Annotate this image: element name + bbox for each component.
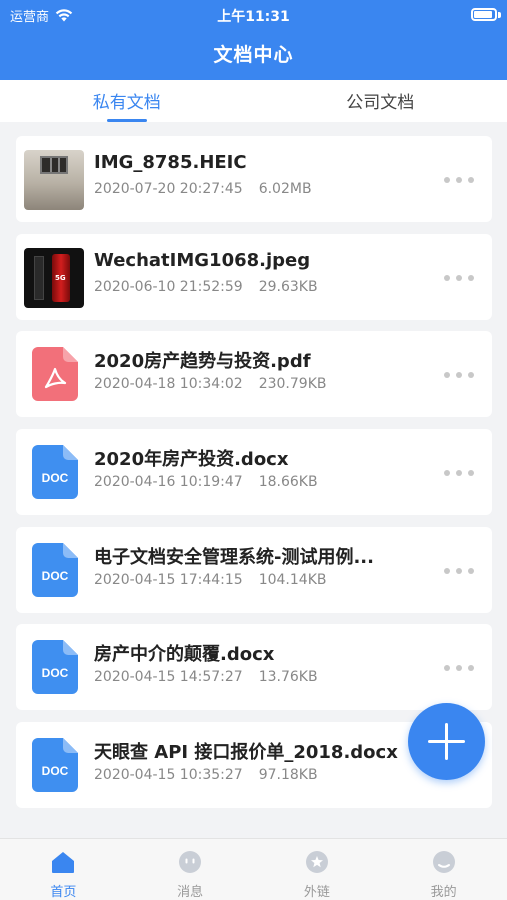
file-size: 230.79KB: [258, 376, 327, 393]
home-icon: [52, 852, 75, 873]
file-name: 2020房产趋势与投资.pdf: [94, 351, 311, 373]
doc-icon-text: DOC: [42, 569, 69, 583]
file-date: 2020-07-20 20:27:45: [94, 181, 243, 197]
file-name: 电子文档安全管理系统-测试用例...: [94, 546, 374, 568]
file-meta: 2020-04-15 17:44:15 104.14KB: [94, 572, 326, 588]
message-icon: [179, 851, 202, 873]
status-bar: 运营商 上午11:31: [0, 4, 507, 25]
link-star-icon: [305, 851, 328, 873]
nav-links-label: 外链: [303, 885, 330, 900]
more-options-icon[interactable]: [444, 370, 478, 380]
file-size: 29.63KB: [258, 278, 318, 295]
file-date: 2020-04-18 10:34:02: [94, 376, 243, 393]
add-file-button[interactable]: [408, 703, 485, 780]
file-date: 2020-04-15 17:44:15: [94, 571, 243, 588]
file-date: 2020-06-10 21:52:59: [94, 278, 243, 295]
file-date: 2020-04-16 10:19:47: [94, 474, 243, 491]
file-item[interactable]: IMG_8785.HEIC 2020-07-20 20:27:45 6.02MB: [16, 136, 492, 222]
file-item[interactable]: 2020房产趋势与投资.pdf 2020-04-18 10:34:02 230.7…: [16, 331, 492, 418]
file-size: 13.76KB: [258, 669, 318, 686]
bottom-navigation: 首页 消息 外链 我的: [0, 838, 507, 900]
tab-private-docs[interactable]: 私有文档: [0, 80, 254, 122]
more-options-icon[interactable]: [444, 566, 478, 576]
file-name: 天眼查 API 接口报价单_2018.docx: [94, 742, 398, 764]
file-size: 6.02MB: [258, 181, 312, 197]
page-title: 文档中心: [213, 44, 294, 66]
pdf-icon: [32, 347, 78, 402]
doc-icon: DOC: [32, 542, 78, 597]
nav-messages-label: 消息: [177, 885, 204, 900]
more-options-icon[interactable]: [444, 468, 478, 478]
file-item[interactable]: 5G WechatIMG1068.jpeg 2020-06-10 21:52:5…: [16, 233, 492, 320]
doc-icon-text: DOC: [42, 666, 69, 680]
file-name: 房产中介的颠覆.docx: [94, 644, 275, 666]
file-name: WechatIMG1068.jpeg: [94, 249, 311, 271]
app-header: 运营商 上午11:31 文档中心: [0, 0, 507, 80]
more-options-icon[interactable]: [444, 663, 478, 673]
file-meta: 2020-06-10 21:52:59 29.63KB: [94, 279, 318, 295]
file-date: 2020-04-15 10:35:27: [94, 767, 243, 784]
battery-tip: [498, 12, 501, 18]
doc-icon-text: DOC: [42, 764, 69, 778]
thumbnail-5g-text: 5G: [55, 273, 66, 282]
nav-home[interactable]: 首页: [0, 839, 127, 900]
doc-icon: DOC: [32, 640, 78, 695]
profile-icon: [432, 851, 455, 873]
battery-icon: [471, 8, 497, 21]
nav-profile[interactable]: 我的: [380, 839, 507, 900]
doc-icon: DOC: [32, 445, 78, 500]
nav-messages[interactable]: 消息: [127, 839, 254, 900]
more-options-icon[interactable]: [444, 273, 478, 283]
file-size: 18.66KB: [258, 474, 318, 491]
image-thumbnail: [24, 150, 84, 210]
file-item[interactable]: DOC 房产中介的颠覆.docx 2020-04-15 14:57:27 13.7…: [16, 624, 492, 711]
doc-icon-text: DOC: [42, 471, 69, 485]
file-item[interactable]: DOC 2020年房产投资.docx 2020-04-16 10:19:47 18…: [16, 429, 492, 516]
nav-links[interactable]: 外链: [254, 839, 381, 900]
file-name: 2020年房产投资.docx: [94, 449, 289, 471]
image-thumbnail: 5G: [24, 247, 84, 308]
document-tabs: 私有文档 公司文档: [0, 80, 507, 122]
file-name: IMG_8785.HEIC: [94, 152, 247, 173]
file-size: 97.18KB: [258, 767, 318, 784]
status-time: 上午11:31: [217, 9, 290, 25]
more-options-icon[interactable]: [444, 175, 478, 185]
file-meta: 2020-04-18 10:34:02 230.79KB: [94, 376, 326, 392]
doc-icon: DOC: [32, 738, 78, 793]
file-date: 2020-04-15 14:57:27: [94, 669, 243, 686]
file-meta: 2020-04-15 10:35:27 97.18KB: [94, 767, 318, 783]
file-size: 104.14KB: [258, 571, 327, 588]
file-meta: 2020-04-15 14:57:27 13.76KB: [94, 669, 318, 685]
nav-profile-label: 我的: [430, 885, 457, 900]
file-meta: 2020-04-16 10:19:47 18.66KB: [94, 474, 318, 490]
file-item[interactable]: DOC 电子文档安全管理系统-测试用例... 2020-04-15 17:44:…: [16, 526, 492, 613]
nav-home-label: 首页: [50, 885, 77, 900]
file-meta: 2020-07-20 20:27:45 6.02MB: [94, 181, 312, 197]
tab-company-docs[interactable]: 公司文档: [254, 80, 507, 122]
